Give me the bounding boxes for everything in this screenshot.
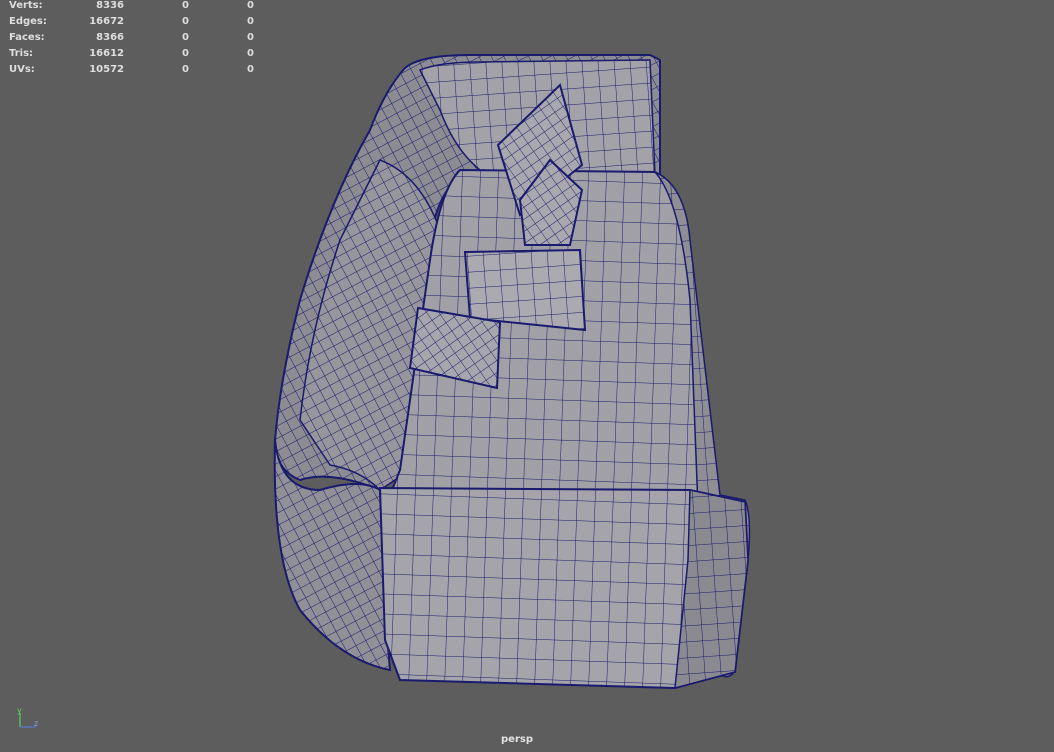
axis-gizmo-icon: y z: [17, 706, 38, 728]
sofa-front-arm: [378, 486, 750, 690]
camera-name-label: persp: [501, 734, 533, 745]
sofa-wireframe-mesh[interactable]: [0, 0, 1054, 752]
hud-row: UVs: 10572 0 0: [0, 60, 270, 80]
pillow-3[interactable]: [463, 248, 587, 332]
axis-z-label: z: [34, 719, 38, 728]
hud-value-other: 0: [247, 64, 254, 75]
hud-value-total: 10572: [89, 64, 124, 75]
poly-count-hud: Verts: 8336 0 0 Edges: 16672 0 0 Faces: 8366 0 0 Tri…: [0, 0, 270, 80]
hud-label: UVs:: [9, 64, 35, 75]
hud-value-selected: 0: [182, 64, 189, 75]
axis-y-label: y: [17, 706, 22, 715]
perspective-viewport[interactable]: Verts: 8336 0 0 Edges: 16672 0 0 Faces: 8366 0 0 Tri…: [0, 0, 1054, 752]
